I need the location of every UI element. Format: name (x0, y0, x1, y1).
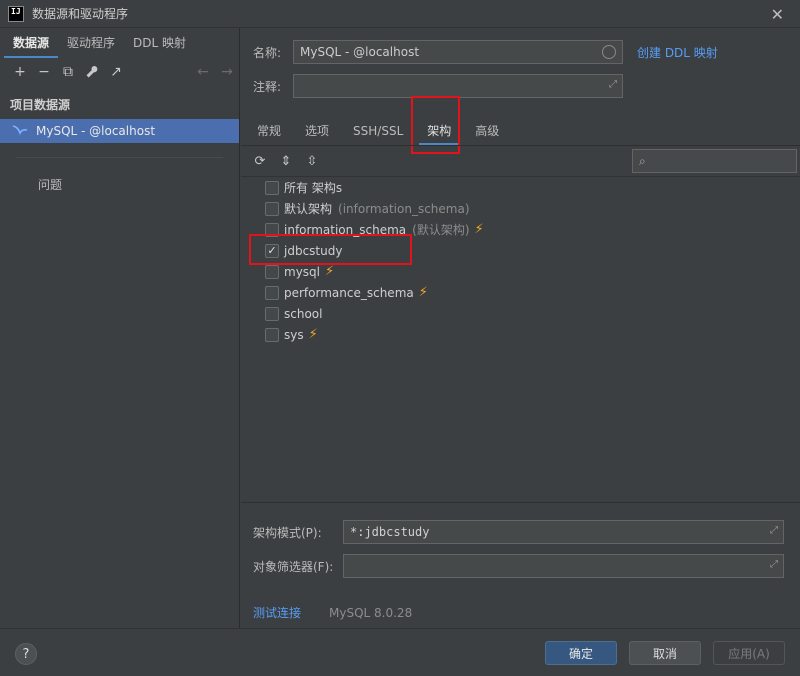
lightning-icon: ⚡ (308, 327, 318, 342)
left-toolbar: + − ⧉ ↗ ← → (0, 58, 239, 86)
project-datasources-label: 项目数据源 (10, 98, 71, 112)
remove-icon[interactable]: − (32, 61, 56, 83)
window-title: 数据源和驱动程序 (32, 7, 129, 21)
checkbox[interactable] (265, 327, 279, 342)
title-bar: IJ 数据源和驱动程序 ✕ (0, 0, 800, 28)
schema-item[interactable]: 默认架构 (information_schema) (241, 198, 800, 219)
help-button[interactable]: ? (15, 643, 37, 665)
lightning-icon: ⚡ (325, 264, 335, 279)
refresh-icon[interactable]: ⟳ (247, 150, 273, 172)
name-label: 名称: (253, 45, 282, 60)
schema-item[interactable]: school (241, 303, 800, 324)
mysql-version: MySQL 8.0.28 (329, 605, 413, 620)
schema-hint: (默认架构) (412, 223, 470, 237)
tab-data-sources[interactable]: 数据源 (4, 28, 59, 58)
schema-item[interactable]: sys ⚡ (241, 324, 800, 345)
forward-arrow-icon[interactable]: → (215, 61, 239, 83)
tab-general[interactable]: 常规 (245, 116, 293, 146)
wrench-icon[interactable] (80, 61, 104, 83)
add-icon[interactable]: + (8, 61, 32, 83)
tab-options[interactable]: 选项 (293, 116, 341, 146)
settings-tabs: 常规 选项 SSH/SSL 架构 高级 (241, 116, 511, 146)
search-icon: ⌕ (639, 153, 646, 168)
schema-name: information_schema (284, 222, 407, 237)
tab-drivers[interactable]: 驱动程序 (58, 28, 124, 58)
checkbox[interactable] (265, 201, 279, 216)
checkbox[interactable] (265, 222, 279, 237)
expand-all-icon[interactable]: ⇕ (273, 150, 299, 172)
cancel-button[interactable]: 取消 (629, 641, 701, 665)
collapse-all-icon[interactable]: ⇳ (299, 150, 325, 172)
datasource-label: MySQL - @localhost (36, 124, 156, 138)
tab-separator (241, 145, 800, 146)
checkbox[interactable] (265, 264, 279, 279)
mysql-dolphin-icon (12, 124, 28, 139)
schema-item[interactable]: ✓ jdbcstudy (241, 240, 800, 261)
expand-icon[interactable]: ⤢ (770, 559, 778, 570)
tab-schemas[interactable]: 架构 (415, 116, 463, 146)
test-connection-link[interactable]: 测试连接 (253, 604, 301, 621)
schema-name: performance_schema (284, 285, 414, 300)
problems-item[interactable]: 问题 (0, 158, 239, 211)
schema-name: school (284, 306, 323, 321)
schema-list: 所有 架构s 默认架构 (information_schema) informa… (241, 176, 800, 501)
checkbox-checked[interactable]: ✓ (265, 243, 279, 258)
schema-item[interactable]: 所有 架构s (241, 177, 800, 198)
object-filter-row: 对象筛选器(F): ⤢ (253, 554, 784, 578)
copy-icon[interactable]: ⧉ (56, 61, 80, 83)
tab-advanced[interactable]: 高级 (463, 116, 511, 146)
ok-button[interactable]: 确定 (545, 641, 617, 665)
jump-to-source-icon[interactable]: ↗ (104, 61, 128, 83)
comment-row: 注释: ⤢ (253, 74, 623, 98)
intellij-logo-icon: IJ (8, 5, 24, 22)
name-row: 名称: MySQL - @localhost 创建 DDL 映射 (253, 40, 718, 64)
object-filter-label: 对象筛选器(F): (253, 559, 334, 574)
name-value: MySQL - @localhost (300, 45, 420, 59)
schema-toolbar: ⟳ ⇕ ⇳ (247, 149, 325, 173)
schema-name: jdbcstudy (284, 243, 343, 258)
name-input[interactable]: MySQL - @localhost (293, 40, 623, 64)
checkbox[interactable] (265, 180, 279, 195)
left-tabs: 数据源 驱动程序 DDL 映射 (0, 28, 239, 58)
close-icon[interactable]: ✕ (771, 5, 784, 24)
expand-icon[interactable]: ⤢ (770, 525, 778, 536)
left-panel: 数据源 驱动程序 DDL 映射 + − ⧉ ↗ ← → 项目数据源 MySQL … (0, 28, 240, 628)
schema-name: sys (284, 327, 304, 342)
schema-hint: (information_schema) (338, 201, 470, 216)
connection-row: 测试连接 MySQL 8.0.28 (253, 604, 412, 621)
schema-search-input[interactable]: ⌕ (632, 149, 797, 173)
schema-name: 默认架构 (284, 202, 333, 216)
schema-item[interactable]: performance_schema ⚡ (241, 282, 800, 303)
tab-ssh-ssl[interactable]: SSH/SSL (341, 116, 415, 146)
schema-pattern-row: 架构模式(P): *:jdbcstudy ⤢ (253, 520, 784, 544)
lightning-icon: ⚡ (418, 285, 428, 300)
schema-item[interactable]: mysql ⚡ (241, 261, 800, 282)
comment-input[interactable]: ⤢ (293, 74, 623, 98)
apply-button[interactable]: 应用(A) (713, 641, 785, 665)
schema-pattern-value: *:jdbcstudy (350, 525, 430, 539)
datasource-item-mysql[interactable]: MySQL - @localhost (0, 119, 239, 143)
schema-pattern-label: 架构模式(P): (253, 525, 322, 540)
schema-item[interactable]: information_schema (默认架构) ⚡ (241, 219, 800, 240)
checkbox[interactable] (265, 285, 279, 300)
bottom-separator (241, 502, 800, 503)
lightning-icon: ⚡ (474, 222, 484, 237)
create-ddl-mapping-link[interactable]: 创建 DDL 映射 (637, 44, 718, 61)
color-circle-icon[interactable] (602, 45, 616, 59)
schema-name: 所有 架构s (284, 181, 343, 195)
expand-icon[interactable]: ⤢ (609, 79, 617, 90)
comment-label: 注释: (253, 79, 282, 94)
checkbox[interactable] (265, 306, 279, 321)
tab-ddl-mappings[interactable]: DDL 映射 (124, 28, 195, 58)
back-arrow-icon[interactable]: ← (191, 61, 215, 83)
object-filter-input[interactable]: ⤢ (343, 554, 784, 578)
schema-name: mysql (284, 264, 320, 279)
right-panel: 名称: MySQL - @localhost 创建 DDL 映射 注释: ⤢ 常… (241, 28, 800, 628)
dialog-footer: ? 确定 取消 应用(A) (0, 628, 800, 676)
schema-pattern-input[interactable]: *:jdbcstudy ⤢ (343, 520, 784, 544)
